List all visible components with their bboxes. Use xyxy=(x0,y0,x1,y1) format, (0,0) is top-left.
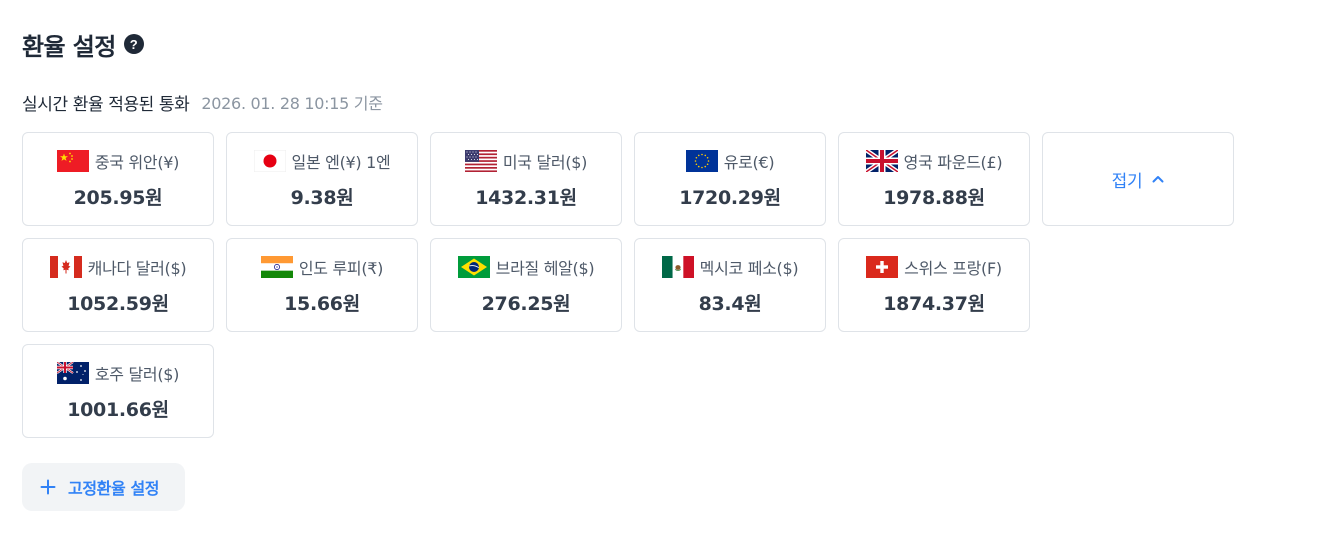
currency-name: 영국 파운드(£) xyxy=(903,152,1003,172)
grid-empty-cell xyxy=(1042,238,1234,332)
currency-card-gbp[interactable]: 영국 파운드(£) 1978.88원 xyxy=(838,132,1030,226)
help-icon[interactable]: ? xyxy=(123,34,144,54)
currency-name: 캐나다 달러($) xyxy=(87,258,187,278)
chevron-up-icon xyxy=(1152,176,1164,183)
collapse-label: 접기 xyxy=(1111,171,1143,192)
currency-name: 일본 엔(¥) 1엔 xyxy=(291,152,391,172)
canada-flag-icon xyxy=(49,255,82,278)
currency-name: 인도 루피(₹) xyxy=(298,258,384,278)
page-title: 환율 설정 xyxy=(22,32,116,61)
currency-rate: 1978.88원 xyxy=(883,186,985,209)
currency-name: 브라질 헤알($) xyxy=(495,258,595,278)
currency-name: 미국 달러($) xyxy=(502,152,588,172)
currency-rate: 83.4원 xyxy=(698,292,762,315)
currency-card-inr[interactable]: 인도 루피(₹) 15.66원 xyxy=(226,238,418,332)
currency-rate: 9.38원 xyxy=(290,186,354,209)
currency-card-brl[interactable]: 브라질 헤알($) 276.25원 xyxy=(430,238,622,332)
currency-grid: 중국 위안(¥) 205.95원 일본 엔(¥) 1엔 9.38원 미국 달러(… xyxy=(22,132,1234,438)
currency-rate: 1720.29원 xyxy=(679,186,781,209)
eu-flag-icon xyxy=(685,149,718,172)
currency-card-chf[interactable]: 스위스 프랑(F) 1874.37원 xyxy=(838,238,1030,332)
currency-card-cad[interactable]: 캐나다 달러($) 1052.59원 xyxy=(22,238,214,332)
currency-name: 유로(€) xyxy=(723,152,775,172)
uk-flag-icon xyxy=(865,149,898,172)
currency-rate: 205.95원 xyxy=(73,186,163,209)
currency-card-aud[interactable]: 호주 달러($) 1001.66원 xyxy=(22,344,214,438)
currency-card-mxn[interactable]: 멕시코 페소($) 83.4원 xyxy=(634,238,826,332)
currency-rate: 15.66원 xyxy=(284,292,360,315)
section-header: 환율 설정 ? xyxy=(22,26,144,62)
australia-flag-icon xyxy=(56,361,89,384)
currency-rate: 1874.37원 xyxy=(883,292,985,315)
currency-card-jpy[interactable]: 일본 엔(¥) 1엔 9.38원 xyxy=(226,132,418,226)
japan-flag-icon xyxy=(253,149,286,172)
currency-name: 멕시코 페소($) xyxy=(699,258,799,278)
plus-icon xyxy=(40,479,56,495)
realtime-label: 실시간 환율 적용된 통화 xyxy=(22,94,190,115)
currency-rate: 1432.31원 xyxy=(475,186,577,209)
currency-card-cny[interactable]: 중국 위안(¥) 205.95원 xyxy=(22,132,214,226)
usa-flag-icon xyxy=(464,149,497,172)
india-flag-icon xyxy=(260,255,293,278)
currency-card-eur[interactable]: 유로(€) 1720.29원 xyxy=(634,132,826,226)
realtime-info: 실시간 환율 적용된 통화 2026. 01. 28 10:15 기준 xyxy=(22,90,383,115)
switzerland-flag-icon xyxy=(866,255,899,278)
currency-name: 중국 위안(¥) xyxy=(94,152,180,172)
currency-card-usd[interactable]: 미국 달러($) 1432.31원 xyxy=(430,132,622,226)
currency-rate: 1001.66원 xyxy=(67,398,169,421)
currency-rate: 276.25원 xyxy=(481,292,571,315)
currency-name: 호주 달러($) xyxy=(94,364,180,384)
realtime-timestamp: 2026. 01. 28 10:15 기준 xyxy=(201,94,383,113)
fixed-rate-settings-button[interactable]: 고정환율 설정 xyxy=(22,463,185,511)
currency-name: 스위스 프랑(F) xyxy=(904,258,1002,278)
brazil-flag-icon xyxy=(457,255,490,278)
currency-rate: 1052.59원 xyxy=(67,292,169,315)
china-flag-icon xyxy=(56,149,89,172)
collapse-button[interactable]: 접기 xyxy=(1042,132,1234,226)
mexico-flag-icon xyxy=(661,255,694,278)
fixed-rate-settings-label: 고정환율 설정 xyxy=(68,479,160,498)
